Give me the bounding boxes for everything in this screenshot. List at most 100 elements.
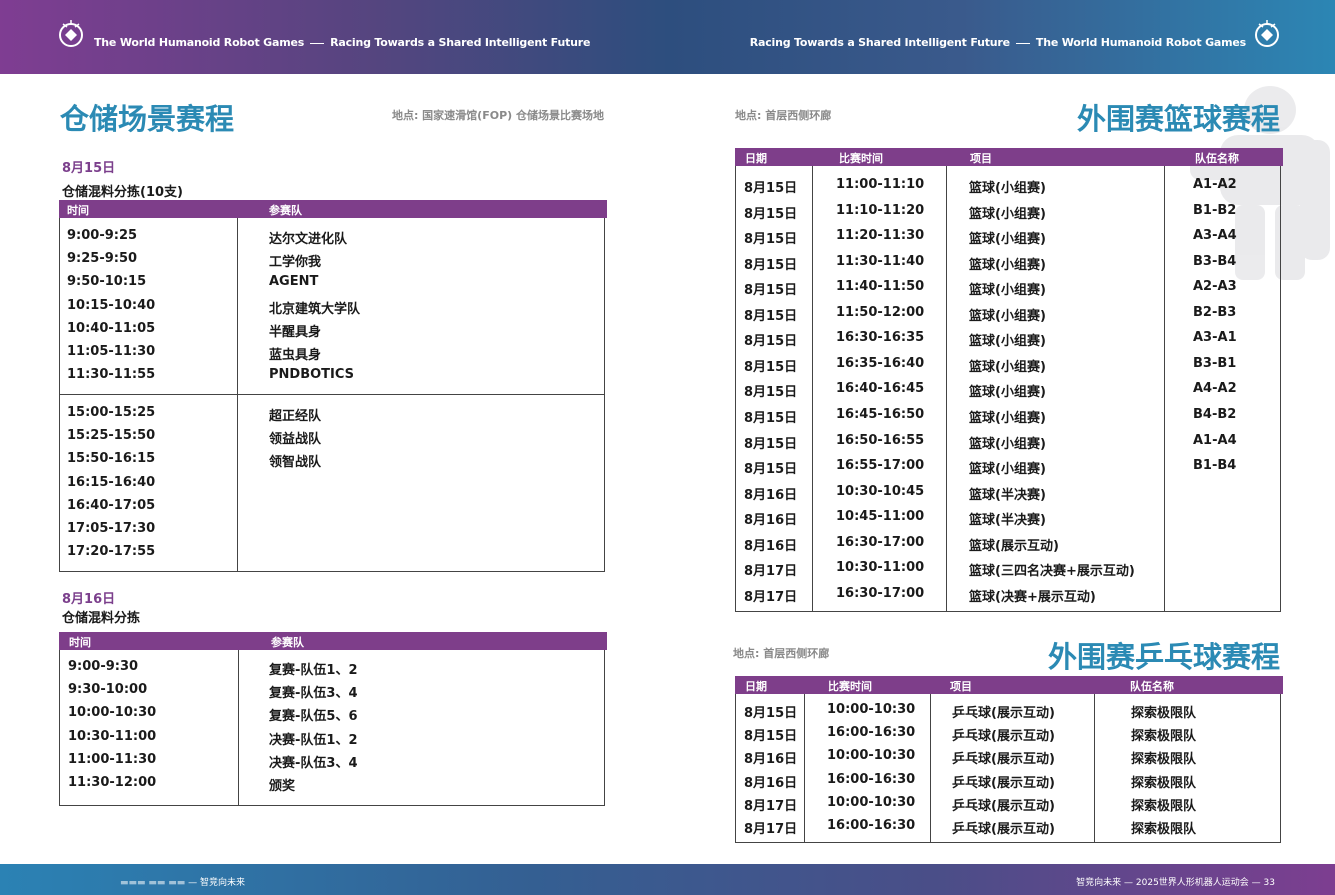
event-cell: 篮球(小组赛) xyxy=(969,436,1046,452)
column-divider xyxy=(804,694,805,842)
time-cell: 11:30-11:55 xyxy=(67,367,156,383)
event-cell: 篮球(小组赛) xyxy=(969,257,1046,273)
date-cell: 8月17日 xyxy=(744,822,798,837)
team-cell: 超正经队 xyxy=(269,409,322,424)
event-cell: 乒乓球(展示互动) xyxy=(952,798,1055,814)
basketball-title: 外围赛篮球赛程 xyxy=(1076,102,1280,136)
time-cell: 16:30-16:35 xyxy=(836,330,925,346)
time-cell: 11:00-11:10 xyxy=(836,177,925,192)
time-cell: 11:30-11:40 xyxy=(836,253,925,269)
event-cell: 篮球(小组赛) xyxy=(969,232,1046,248)
team-cell: 探索极限队 xyxy=(1131,752,1197,768)
time-cell: 9:00-9:30 xyxy=(68,659,139,674)
team-cell: B3-B1 xyxy=(1193,355,1237,371)
time-cell: 16:30-17:00 xyxy=(836,534,925,550)
basketball-table: 日期 比赛时间 项目 队伍名称 8月15日 11:00-11:10 篮球(小组赛) A… xyxy=(735,148,1283,612)
time-cell: 16:55-17:00 xyxy=(836,458,925,474)
footer-bar: ▬▬▬ ▬▬ ▬▬ — 智竞向未来 智竞向未来 — 2025世界人形机器人运动会… xyxy=(0,864,1335,895)
team-cell: B1-B4 xyxy=(1193,458,1237,474)
robot-games-logo-icon xyxy=(1255,20,1279,47)
row-divider xyxy=(60,394,604,395)
date-cell: 8月15日 xyxy=(744,257,798,273)
date-cell: 8月15日 xyxy=(744,206,798,222)
time-cell: 9:00-9:25 xyxy=(67,228,138,243)
time-cell: 11:50-12:00 xyxy=(836,304,925,320)
time-cell: 17:05-17:30 xyxy=(67,521,156,536)
date-cell: 8月17日 xyxy=(744,798,798,814)
event-cell: 篮球(小组赛) xyxy=(969,206,1046,222)
time-cell: 10:30-11:00 xyxy=(836,560,925,576)
team-cell: A4-A2 xyxy=(1193,381,1237,397)
team-cell: 决赛-队伍3、4 xyxy=(269,755,358,771)
header-cell: 日期 xyxy=(745,152,767,165)
team-cell: A1-A4 xyxy=(1193,432,1237,448)
column-divider xyxy=(1164,166,1165,611)
date-cell: 8月15日 xyxy=(744,385,798,401)
team-cell: 探索极限队 xyxy=(1131,729,1197,745)
page-number: 33 xyxy=(1263,878,1275,888)
time-cell: 11:10-11:20 xyxy=(836,202,925,218)
time-cell: 11:00-11:30 xyxy=(68,751,157,767)
time-cell: 17:20-17:55 xyxy=(67,544,156,560)
team-cell: B3-B4 xyxy=(1193,253,1237,269)
event-cell: 篮球(小组赛) xyxy=(969,410,1046,426)
time-cell: 11:30-12:00 xyxy=(68,775,157,790)
header-cell: 队伍名称 xyxy=(1195,152,1239,165)
event-cell: 篮球(小组赛) xyxy=(969,283,1046,299)
header-cell: 日期 xyxy=(745,680,767,693)
time-cell: 9:50-10:15 xyxy=(67,274,147,290)
date-cell: 8月15日 xyxy=(744,232,798,248)
time-cell: 10:45-11:00 xyxy=(836,509,925,525)
event-cell: 篮球(决赛+展示互动) xyxy=(969,589,1096,605)
team-cell: 探索极限队 xyxy=(1131,706,1197,721)
team-cell: 颁奖 xyxy=(269,779,296,794)
team-cell: B4-B2 xyxy=(1193,406,1237,422)
warehouse-day1-subtitle: 仓储混料分拣(10支) xyxy=(62,185,183,200)
team-cell: 领智战队 xyxy=(269,455,322,471)
event-cell: 乒乓球(展示互动) xyxy=(952,775,1055,791)
time-cell: 10:00-10:30 xyxy=(68,705,157,721)
date-cell: 8月17日 xyxy=(744,564,798,580)
time-cell: 10:30-10:45 xyxy=(836,483,925,499)
time-cell: 10:00-10:30 xyxy=(827,702,916,717)
pingpong-venue: 地点: 首层西侧环廊 xyxy=(733,647,830,660)
time-cell: 16:35-16:40 xyxy=(836,355,925,371)
column-divider xyxy=(1094,694,1095,842)
time-cell: 11:20-11:30 xyxy=(836,228,925,244)
time-cell: 11:40-11:50 xyxy=(836,279,925,295)
event-cell: 篮球(三四名决赛+展示互动) xyxy=(969,564,1135,580)
column-divider xyxy=(238,650,239,805)
team-cell: 领益战队 xyxy=(269,432,322,448)
team-cell: A1-A2 xyxy=(1193,177,1237,192)
team-cell: 探索极限队 xyxy=(1131,822,1197,837)
warehouse-venue: 地点: 国家速滑馆(FOP) 仓储场景比赛场地 xyxy=(391,109,604,122)
team-cell: A3-A1 xyxy=(1193,330,1237,346)
warehouse-day1-table: 时间 参赛队 9:00-9:25 9:25-9:50 9:50-10:15 10:15… xyxy=(59,200,607,572)
time-cell: 16:00-16:30 xyxy=(827,725,916,741)
time-cell: 10:40-11:05 xyxy=(67,320,156,336)
time-cell: 16:30-17:00 xyxy=(836,585,925,601)
time-cell: 15:00-15:25 xyxy=(67,405,156,420)
team-cell: 复赛-队伍5、6 xyxy=(269,709,358,725)
team-cell: B2-B3 xyxy=(1193,304,1237,320)
time-cell: 9:30-10:00 xyxy=(68,682,148,698)
event-cell: 篮球(小组赛) xyxy=(969,181,1046,196)
event-cell: 篮球(小组赛) xyxy=(969,359,1046,375)
date-cell: 8月17日 xyxy=(744,589,798,605)
date-cell: 8月15日 xyxy=(744,283,798,299)
warehouse-day2-subtitle: 仓储混料分拣 xyxy=(62,611,141,626)
warehouse-day1-date: 8月15日 xyxy=(62,161,116,176)
pingpong-title: 外围赛乒乓球赛程 xyxy=(1047,640,1280,674)
event-cell: 篮球(小组赛) xyxy=(969,385,1046,401)
date-cell: 8月16日 xyxy=(744,538,798,554)
event-cell: 篮球(小组赛) xyxy=(969,308,1046,324)
team-cell: 复赛-队伍1、2 xyxy=(269,663,358,678)
event-cell: 乒乓球(展示互动) xyxy=(952,706,1055,721)
pingpong-table: 日期 比赛时间 项目 队伍名称 8月15日 10:00-10:30 乒乓球(展示互动… xyxy=(735,676,1283,843)
table-header: 日期 比赛时间 项目 队伍名称 xyxy=(735,148,1283,166)
time-cell: 10:00-10:30 xyxy=(827,748,916,764)
time-cell: 16:40-16:45 xyxy=(836,381,925,397)
time-cell: 16:45-16:50 xyxy=(836,406,925,422)
event-cell: 篮球(半决赛) xyxy=(969,487,1046,503)
footer-right: 智竞向未来 — 2025世界人形机器人运动会 — 33 xyxy=(1076,878,1275,888)
